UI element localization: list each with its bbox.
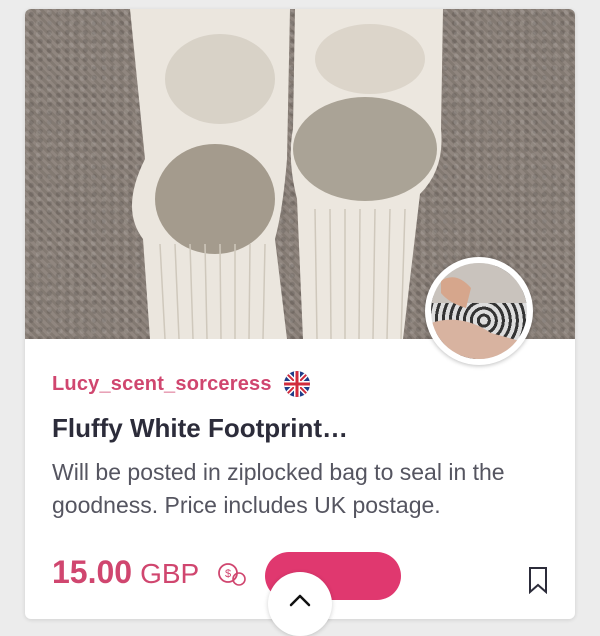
svg-text:$: $ [225, 568, 231, 580]
price-value: 15.00 [52, 554, 133, 590]
offer-chat-icon[interactable]: $ [217, 562, 247, 588]
bookmark-icon[interactable] [527, 566, 549, 594]
listing-title[interactable]: Fluffy White Footprint… [52, 413, 552, 444]
chevron-up-icon [289, 594, 311, 607]
uk-flag-icon [283, 371, 310, 397]
listing-description: Will be posted in ziplocked bag to seal … [52, 459, 505, 518]
price-currency: GBP [140, 558, 200, 589]
seller-avatar[interactable] [425, 257, 533, 365]
listing-card[interactable]: Lucy_scent_sorceress Fluffy White Footpr… [25, 9, 575, 619]
price-row: 15.00 GBP [52, 554, 199, 591]
avatar-photo [431, 263, 527, 359]
seller-name[interactable]: Lucy_scent_sorceress [52, 373, 272, 396]
scroll-to-top-button[interactable] [268, 572, 332, 636]
seller-row[interactable]: Lucy_scent_sorceress [52, 371, 310, 397]
